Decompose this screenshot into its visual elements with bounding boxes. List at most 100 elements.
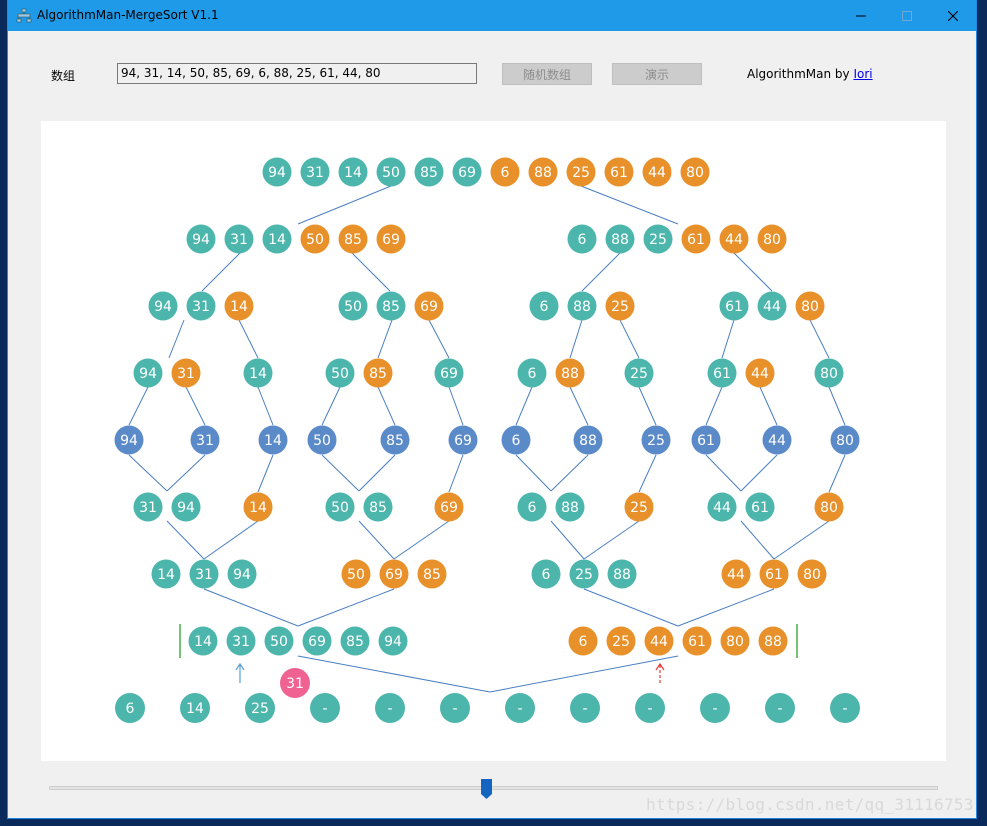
- node-label-r5-10: 61: [751, 500, 769, 516]
- node-label-r6-6: 6: [542, 567, 551, 583]
- node-label-r0-8: 25: [572, 165, 590, 181]
- node-label-r2-11: 80: [801, 299, 819, 315]
- node-label-r4-7: 88: [579, 433, 597, 449]
- tree-edge-32: [705, 454, 742, 492]
- node-label-r2-10: 44: [763, 299, 781, 315]
- tree-edge-41: [393, 520, 450, 560]
- left-pointer-arrow-icon: [235, 662, 245, 683]
- tree-edge-35: [448, 454, 464, 493]
- tree-edge-3: [351, 252, 391, 292]
- minimize-button[interactable]: [838, 0, 884, 31]
- right-pointer-arrow-icon: [655, 662, 665, 683]
- node-label-r0-7: 88: [534, 165, 552, 181]
- node-label-r0-11: 80: [686, 165, 704, 181]
- node-label-r5-8: 25: [630, 500, 648, 516]
- maximize-button[interactable]: [884, 0, 930, 31]
- node-label-r6-3: 50: [347, 567, 365, 583]
- node-label-r1-9: 61: [687, 232, 705, 248]
- node-label-r7-8: 44: [650, 634, 668, 650]
- demo-button[interactable]: 演示: [612, 63, 702, 85]
- node-label-r8-3: -: [322, 701, 327, 717]
- random-array-button[interactable]: 随机数组: [502, 63, 592, 85]
- tree-edge-29: [358, 454, 396, 492]
- node-label-r0-1: 31: [306, 165, 324, 181]
- minimize-icon: [856, 15, 866, 16]
- tree-edge-31: [550, 454, 589, 492]
- tree-edge-4: [581, 252, 621, 292]
- tree-edge-11: [619, 319, 640, 359]
- node-label-r5-7: 88: [561, 500, 579, 516]
- tree-edge-28: [321, 454, 360, 492]
- tree-edge-23: [705, 386, 723, 426]
- node-label-r3-10: 44: [751, 366, 769, 382]
- array-input[interactable]: 94, 31, 14, 50, 85, 69, 6, 88, 25, 61, 4…: [117, 63, 477, 84]
- tree-edge-8: [377, 319, 393, 359]
- node-label-r4-4: 85: [386, 433, 404, 449]
- tree-edge-43: [583, 520, 640, 560]
- node-label-r2-8: 25: [611, 299, 629, 315]
- tree-edge-39: [203, 520, 259, 560]
- credit-text: AlgorithmMan by Iori: [747, 67, 873, 81]
- node-label-r7-5: 94: [384, 634, 402, 650]
- merge-sort-diagram: 94 31 14 50 85 69 6 88 25 61 44 80 94 31 14 50 85 69 6 88 25…: [114, 157, 860, 723]
- node-label-r8-8: -: [647, 701, 652, 717]
- node-label-r1-11: 80: [763, 232, 781, 248]
- step-slider-track[interactable]: [49, 786, 938, 790]
- array-label: 数组: [51, 69, 76, 83]
- node-label-r3-2: 14: [249, 366, 267, 382]
- node-label-r6-1: 31: [195, 567, 213, 583]
- node-label-r3-0: 94: [139, 366, 157, 382]
- title-bar[interactable]: AlgorithmMan-MergeSort V1.1: [8, 0, 976, 31]
- tree-edge-47: [297, 588, 395, 627]
- node-label-r5-11: 80: [820, 500, 838, 516]
- node-label-r1-1: 31: [230, 232, 248, 248]
- node-label-r7-6: 6: [579, 634, 588, 650]
- node-label-r5-4: 85: [369, 500, 387, 516]
- app-window: AlgorithmMan-MergeSort V1.1 数组 94, 31, 1…: [8, 0, 976, 818]
- node-label-r0-5: 69: [458, 165, 476, 181]
- node-label-r5-5: 69: [440, 500, 458, 516]
- author-link[interactable]: Iori: [853, 67, 872, 81]
- tree-edge-27: [166, 454, 206, 492]
- node-label-r3-3: 50: [331, 366, 349, 382]
- node-label-r3-1: 31: [177, 366, 195, 382]
- tree-edge-46: [203, 588, 299, 627]
- tree-edge-18: [377, 386, 396, 426]
- node-label-r4-6: 6: [512, 433, 521, 449]
- tree-edge-5: [733, 252, 773, 292]
- node-label-r6-10: 61: [765, 567, 783, 583]
- node-label-r5-2: 14: [249, 500, 267, 516]
- app-icon: [16, 8, 32, 23]
- tree-edge-51: [489, 655, 679, 693]
- window-title: AlgorithmMan-MergeSort V1.1: [37, 8, 219, 22]
- maximize-icon: [902, 10, 912, 21]
- node-label-r0-9: 61: [610, 165, 628, 181]
- node-label-r7-4: 85: [346, 634, 364, 650]
- node-label-r1-5: 69: [382, 232, 400, 248]
- node-label-r6-5: 85: [423, 567, 441, 583]
- node-label-r7-2: 50: [270, 634, 288, 650]
- tree-edge-9: [428, 319, 450, 359]
- node-label-r3-4: 85: [369, 366, 387, 382]
- node-label-r2-1: 31: [192, 299, 210, 315]
- node-label-r0-6: 6: [501, 165, 510, 181]
- node-label-r8-11: -: [842, 701, 847, 717]
- node-label-r2-7: 88: [573, 299, 591, 315]
- node-label-r1-6: 6: [578, 232, 587, 248]
- node-label-r1-7: 88: [611, 232, 629, 248]
- tree-edge-40: [358, 520, 395, 560]
- node-label-r2-0: 94: [154, 299, 172, 315]
- node-label-r3-9: 61: [713, 366, 731, 382]
- tree-edge-2: [201, 252, 241, 292]
- node-label-r0-2: 14: [344, 165, 362, 181]
- node-label-r3-11: 80: [820, 366, 838, 382]
- compare-value-label: 31: [286, 676, 304, 692]
- tree-edge-13: [809, 319, 830, 359]
- step-slider-thumb[interactable]: [481, 779, 492, 799]
- tree-edge-30: [515, 454, 552, 492]
- node-label-r2-4: 85: [382, 299, 400, 315]
- close-button[interactable]: [930, 0, 976, 31]
- tree-edge-44: [740, 520, 775, 560]
- node-label-r7-1: 31: [232, 634, 250, 650]
- node-label-r3-5: 69: [440, 366, 458, 382]
